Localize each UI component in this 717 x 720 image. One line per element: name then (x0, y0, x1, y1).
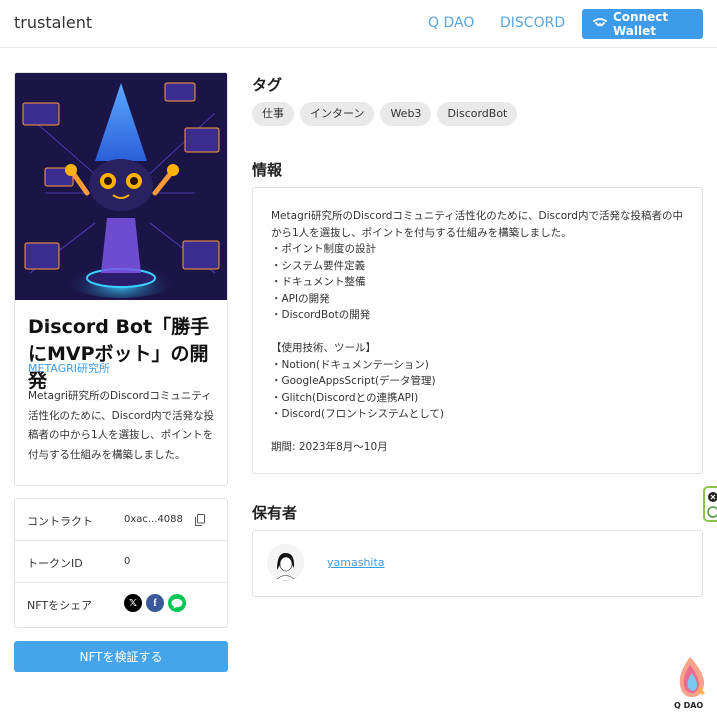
info-line: ・ポイント制度の設計 (271, 243, 376, 255)
info-line: ・Glitch(Discordとの連携API) (271, 391, 419, 404)
tags-heading: タグ (252, 76, 283, 94)
share-row: NFTをシェア 𝕏 f (15, 583, 227, 627)
x-icon[interactable]: 𝕏 (124, 594, 142, 612)
line-icon[interactable] (168, 594, 186, 612)
avatar[interactable] (267, 544, 304, 581)
info-line: 期間: 2023年8月～10月 (271, 441, 388, 453)
info-line: から1人を選抜し、ポイントを付与する仕組みを構築しました。 (271, 226, 572, 239)
owner-name-link[interactable]: yamashita (327, 556, 385, 569)
contract-row: コントラクト 0xac...4088 (15, 499, 227, 541)
nav-discord-link[interactable]: DISCORD (500, 15, 565, 31)
info-line: ・GoogleAppsScript(データ管理) (271, 375, 436, 387)
facebook-icon[interactable]: f (146, 594, 164, 612)
nft-issuer-link[interactable]: METAGRI研究所 (28, 360, 110, 376)
contract-label: コントラクト (27, 515, 93, 528)
top-header: trustalent Q DAO DISCORD Connect Wallet (0, 0, 717, 48)
info-line: ・Notion(ドキュメンテーション) (271, 358, 429, 371)
info-line (271, 423, 684, 440)
token-id-label: トークンID (27, 557, 83, 570)
verify-nft-button[interactable]: NFTを検証する (14, 641, 228, 672)
nft-card: Discord Bot「勝手にMVPボット」の開発 METAGRI研究所 Met… (14, 72, 228, 486)
info-line: ・Discord(フロントシステムとして) (271, 408, 445, 420)
connect-wallet-label: Connect Wallet (613, 10, 669, 38)
tag-list: 仕事 インターン Web3 DiscordBot (252, 102, 518, 126)
extension-badge[interactable] (703, 486, 717, 522)
nft-summary: Metagri研究所のDiscordコミュニティ活性化のために、Discord内… (28, 390, 215, 461)
tag-chip[interactable]: Web3 (380, 102, 432, 126)
copy-icon[interactable] (195, 511, 205, 526)
nft-image (15, 73, 227, 300)
info-heading: 情報 (252, 161, 283, 179)
token-id-value: 0 (124, 556, 131, 567)
owner-heading: 保有者 (252, 504, 298, 522)
walletconnect-icon (592, 17, 608, 31)
tag-chip[interactable]: インターン (300, 102, 375, 126)
info-panel: Metagri研究所のDiscordコミュニティ活性化のために、Discord内… (252, 187, 703, 474)
info-line: Metagri研究所のDiscordコミュニティ活性化のために、Discord内… (271, 210, 683, 222)
connect-wallet-button[interactable]: Connect Wallet (582, 9, 703, 39)
nft-title: Discord Bot「勝手にMVPボット」の開発 (28, 316, 210, 392)
tag-chip[interactable]: 仕事 (252, 102, 294, 126)
share-buttons: 𝕏 f (124, 594, 186, 612)
info-line: ・APIの開発 (271, 292, 330, 305)
info-line: 【使用技術、ツール】 (271, 342, 376, 354)
qdao-logo-text: Q DAO (674, 701, 704, 710)
info-line: ・ドキュメント整備 (271, 276, 366, 288)
info-line: ・システム要件定義 (271, 259, 366, 272)
nft-meta-table: コントラクト 0xac...4088 トークンID 0 NFTをシェア 𝕏 f (14, 498, 228, 628)
info-line: ・DiscordBotの開発 (271, 309, 371, 321)
brand-logo[interactable]: trustalent (14, 13, 92, 32)
token-id-row: トークンID 0 (15, 541, 227, 583)
info-line (271, 324, 684, 341)
share-label: NFTをシェア (27, 599, 93, 612)
tag-chip[interactable]: DiscordBot (437, 102, 518, 126)
contract-address: 0xac...4088 (124, 514, 183, 525)
nav-qdao-link[interactable]: Q DAO (428, 15, 474, 31)
owner-panel: yamashita (252, 530, 703, 597)
